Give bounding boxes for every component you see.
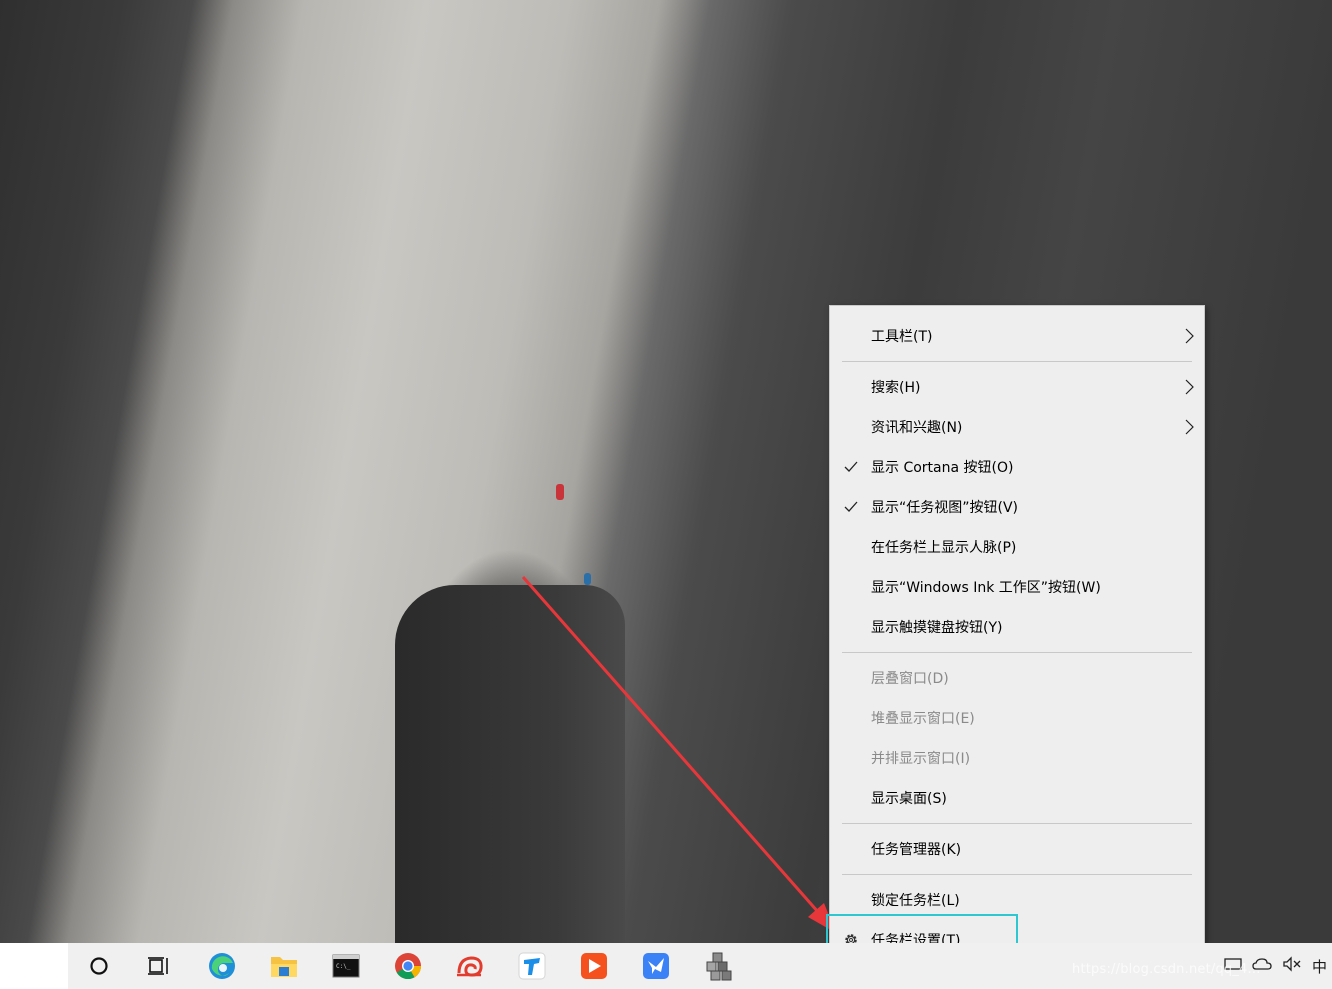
- menu-item-news-interests[interactable]: 资讯和兴趣(N): [830, 407, 1204, 447]
- menu-item-show-touch-keyboard[interactable]: 显示触摸键盘按钮(Y): [830, 607, 1204, 647]
- file-explorer-icon[interactable]: [269, 951, 299, 981]
- orange-play-app-icon[interactable]: [579, 951, 609, 981]
- taskbar-context-menu: 工具栏(T) 搜索(H) 资讯和兴趣(N) 显示 Cortana 按钮(O) 显…: [829, 305, 1205, 965]
- menu-item-label: 显示“Windows Ink 工作区”按钮(W): [871, 580, 1101, 596]
- chevron-right-icon: [1185, 328, 1194, 344]
- menu-item-label: 显示桌面(S): [871, 791, 947, 807]
- menu-item-label: 锁定任务栏(L): [871, 893, 960, 909]
- menu-item-label: 在任务栏上显示人脉(P): [871, 540, 1017, 556]
- snail-app-icon[interactable]: [455, 951, 485, 981]
- cortana-icon[interactable]: [84, 951, 114, 981]
- blocks-app-icon[interactable]: [703, 951, 733, 981]
- menu-separator: [842, 823, 1192, 824]
- watermark: https://blog.csdn.net/qq_4...: [1072, 962, 1261, 977]
- menu-item-label: 显示触摸键盘按钮(Y): [871, 620, 1003, 636]
- chevron-right-icon: [1185, 379, 1194, 395]
- menu-item-label: 显示“任务视图”按钮(V): [871, 500, 1019, 516]
- checkmark-icon: [844, 461, 858, 472]
- menu-item-label: 并排显示窗口(I): [871, 751, 971, 767]
- menu-separator: [842, 361, 1192, 362]
- menu-item-label: 工具栏(T): [871, 329, 933, 345]
- menu-item-show-desktop[interactable]: 显示桌面(S): [830, 778, 1204, 818]
- screenshot-margin: [0, 943, 68, 989]
- menu-item-label: 搜索(H): [871, 380, 921, 396]
- menu-item-stack-windows: 堆叠显示窗口(E): [830, 698, 1204, 738]
- chrome-icon[interactable]: [393, 951, 423, 981]
- menu-item-show-cortana[interactable]: 显示 Cortana 按钮(O): [830, 447, 1204, 487]
- menu-item-show-windows-ink[interactable]: 显示“Windows Ink 工作区”按钮(W): [830, 567, 1204, 607]
- menu-item-show-people[interactable]: 在任务栏上显示人脉(P): [830, 527, 1204, 567]
- volume-muted-icon[interactable]: [1282, 956, 1302, 976]
- edge-icon[interactable]: [207, 951, 237, 981]
- svg-text:C:\_: C:\_: [336, 963, 351, 970]
- task-view-icon[interactable]: [144, 951, 174, 981]
- menu-item-label: 资讯和兴趣(N): [871, 420, 963, 436]
- menu-item-label: 显示 Cortana 按钮(O): [871, 460, 1014, 476]
- menu-item-cascade-windows: 层叠窗口(D): [830, 658, 1204, 698]
- menu-item-label: 任务管理器(K): [871, 842, 962, 858]
- blue-t-app-icon[interactable]: [517, 951, 547, 981]
- menu-item-side-by-side: 并排显示窗口(I): [830, 738, 1204, 778]
- terminal-icon[interactable]: C:\_: [331, 951, 361, 981]
- ime-indicator[interactable]: 中: [1312, 956, 1327, 977]
- menu-item-show-task-view[interactable]: 显示“任务视图”按钮(V): [830, 487, 1204, 527]
- menu-separator: [842, 652, 1192, 653]
- feishu-bird-icon[interactable]: [641, 951, 671, 981]
- checkmark-icon: [844, 501, 858, 512]
- menu-separator: [842, 874, 1192, 875]
- menu-item-label: 堆叠显示窗口(E): [871, 711, 975, 727]
- menu-item-label: 层叠窗口(D): [871, 671, 949, 687]
- menu-item-toolbars[interactable]: 工具栏(T): [830, 316, 1204, 356]
- menu-item-task-manager[interactable]: 任务管理器(K): [830, 829, 1204, 869]
- chevron-right-icon: [1185, 419, 1194, 435]
- menu-item-search[interactable]: 搜索(H): [830, 367, 1204, 407]
